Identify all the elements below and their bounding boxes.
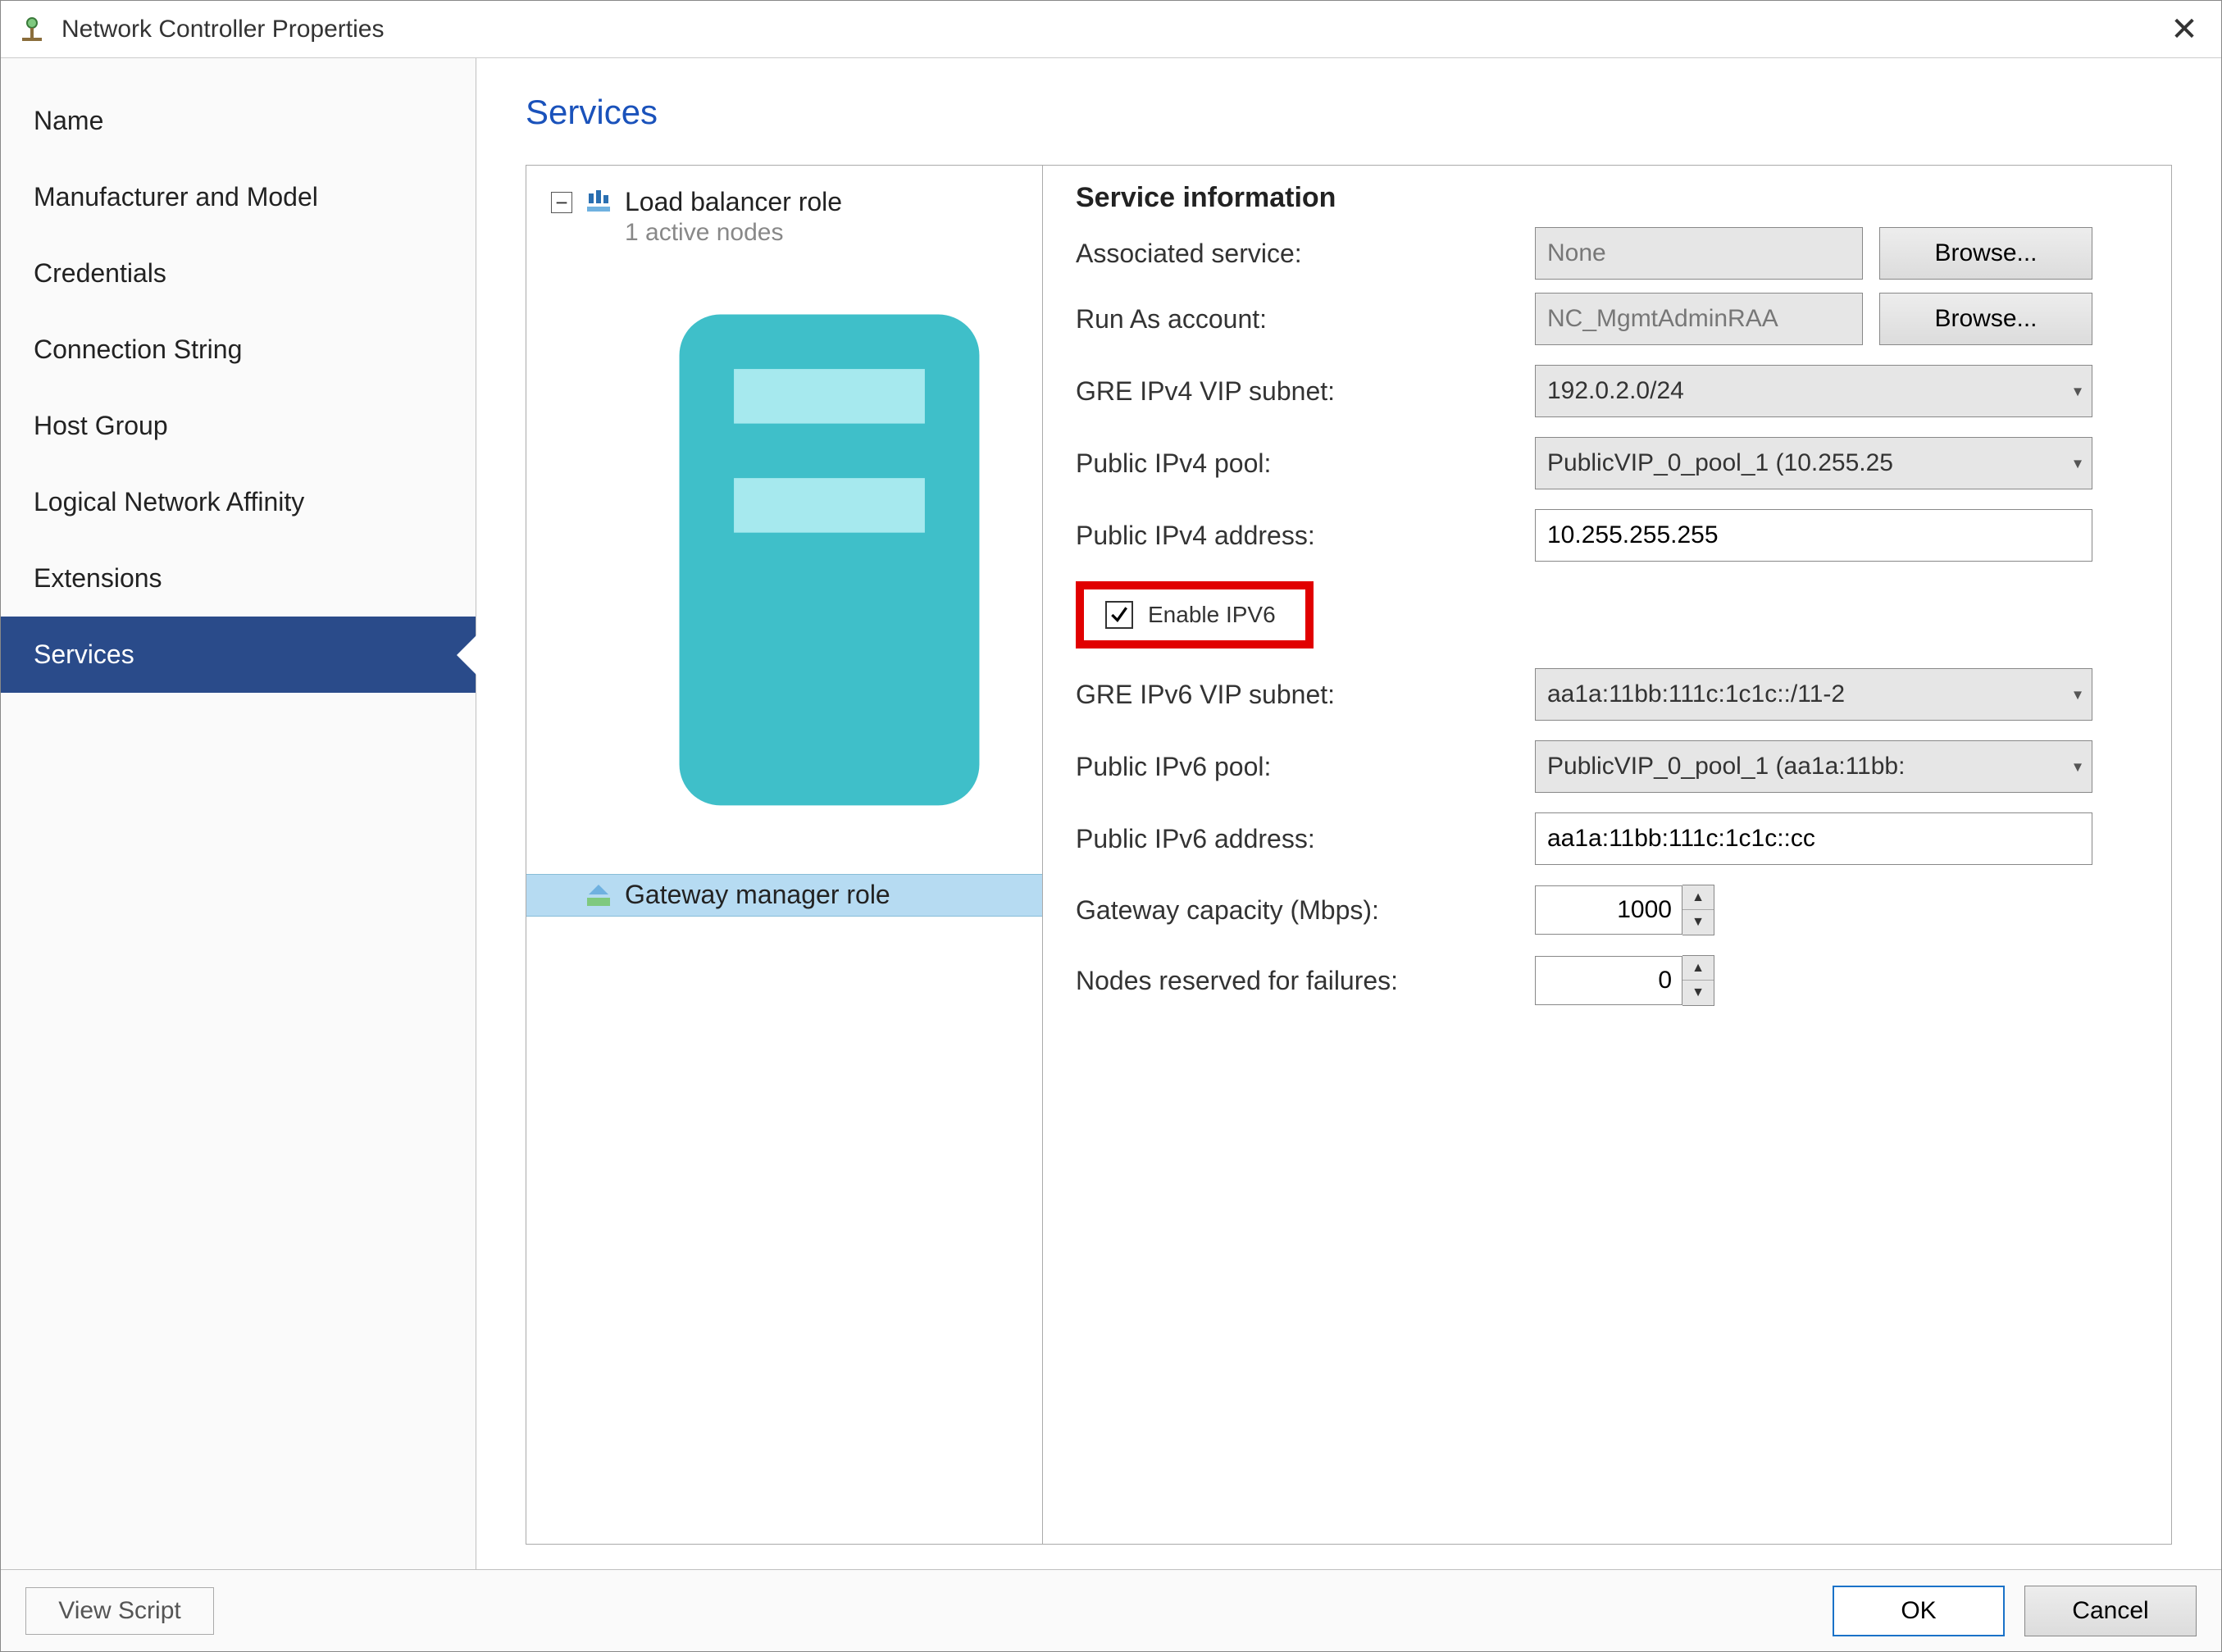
sidebar-item-host-group[interactable]: Host Group <box>1 388 476 464</box>
page-title: Services <box>526 93 2172 132</box>
gateway-manager-icon <box>584 881 613 911</box>
tree-sublabel: 1 active nodes <box>625 219 842 247</box>
dialog-footer: View Script OK Cancel <box>1 1569 2221 1651</box>
nodes-reserved-spinner[interactable]: ▲ ▼ <box>1535 955 1714 1006</box>
view-script-button[interactable]: View Script <box>25 1587 214 1635</box>
window-body: Name Manufacturer and Model Credentials … <box>1 58 2221 1569</box>
sidebar-item-label: Host Group <box>34 411 168 440</box>
row-associated-service: Associated service: Browse... <box>1076 227 2138 280</box>
row-public-ipv6-pool: Public IPv6 pool: PublicVIP_0_pool_1 (aa… <box>1076 740 2138 793</box>
sidebar-item-credentials[interactable]: Credentials <box>1 235 476 312</box>
sidebar-item-label: Extensions <box>34 563 162 593</box>
row-public-ipv4-pool: Public IPv4 pool: PublicVIP_0_pool_1 (10… <box>1076 437 2138 489</box>
sidebar-item-label: Connection String <box>34 334 242 364</box>
row-run-as-account: Run As account: Browse... <box>1076 293 2138 345</box>
chevron-down-icon: ▾ <box>2074 381 2082 402</box>
role-tree: − Load balancer <box>526 166 1043 1544</box>
label-public-ipv6-addr: Public IPv6 address: <box>1076 824 1535 854</box>
gre-ipv4-subnet-combobox[interactable]: 192.0.2.0/24 ▾ <box>1535 365 2092 417</box>
tree-label: Load balancer role <box>625 187 842 217</box>
gateway-capacity-spinner[interactable]: ▲ ▼ <box>1535 885 1714 935</box>
section-heading: Service information <box>1076 182 2138 214</box>
row-gateway-capacity: Gateway capacity (Mbps): ▲ ▼ <box>1076 885 2138 935</box>
server-node-icon <box>625 840 1034 865</box>
label-gre-ipv6-subnet: GRE IPv6 VIP subnet: <box>1076 680 1535 710</box>
nav-sidebar: Name Manufacturer and Model Credentials … <box>1 58 476 1569</box>
chevron-down-icon: ▾ <box>2074 685 2082 705</box>
app-icon <box>17 15 47 44</box>
spinner-down-icon[interactable]: ▼ <box>1682 910 1714 935</box>
tree-label: Gateway manager role <box>625 880 890 910</box>
public-ipv6-address-input[interactable] <box>1535 812 2092 865</box>
sidebar-item-label: Services <box>34 639 134 669</box>
browse-run-as-account-button[interactable]: Browse... <box>1879 293 2092 345</box>
cancel-button[interactable]: Cancel <box>2024 1586 2197 1636</box>
spinner-up-icon[interactable]: ▲ <box>1682 956 1714 981</box>
spinner-up-icon[interactable]: ▲ <box>1682 885 1714 910</box>
sidebar-item-name[interactable]: Name <box>1 83 476 159</box>
label-nodes-reserved: Nodes reserved for failures: <box>1076 966 1535 996</box>
window-title: Network Controller Properties <box>61 16 384 43</box>
row-public-ipv4-addr: Public IPv4 address: <box>1076 509 2138 562</box>
sidebar-item-extensions[interactable]: Extensions <box>1 540 476 617</box>
associated-service-field <box>1535 227 1863 280</box>
label-gre-ipv4-subnet: GRE IPv4 VIP subnet: <box>1076 376 1535 407</box>
nodes-reserved-input[interactable] <box>1535 956 1682 1005</box>
enable-ipv6-checkbox[interactable] <box>1105 601 1133 629</box>
content-pane: Services − <box>476 58 2221 1569</box>
combo-value: 192.0.2.0/24 <box>1547 377 1684 405</box>
label-public-ipv4-addr: Public IPv4 address: <box>1076 521 1535 551</box>
tree-node-gateway-manager[interactable]: Gateway manager role <box>526 874 1042 917</box>
enable-ipv6-label: Enable IPV6 <box>1148 602 1276 628</box>
label-public-ipv4-pool: Public IPv4 pool: <box>1076 448 1535 479</box>
sidebar-item-logical-network-affinity[interactable]: Logical Network Affinity <box>1 464 476 540</box>
chevron-down-icon: ▾ <box>2074 453 2082 474</box>
tree-child-node[interactable] <box>526 252 1042 874</box>
sidebar-item-label: Logical Network Affinity <box>34 487 304 517</box>
enable-ipv6-highlight: Enable IPV6 <box>1076 581 1314 649</box>
properties-window: Network Controller Properties ✕ Name Man… <box>0 0 2222 1652</box>
ok-button[interactable]: OK <box>1833 1586 2005 1636</box>
sidebar-item-manufacturer-model[interactable]: Manufacturer and Model <box>1 159 476 235</box>
label-gateway-capacity: Gateway capacity (Mbps): <box>1076 895 1535 926</box>
row-gre-ipv6-subnet: GRE IPv6 VIP subnet: aa1a:11bb:111c:1c1c… <box>1076 668 2138 721</box>
row-enable-ipv6: Enable IPV6 <box>1076 581 2138 649</box>
sidebar-item-label: Credentials <box>34 258 166 288</box>
label-public-ipv6-pool: Public IPv6 pool: <box>1076 752 1535 782</box>
title-bar: Network Controller Properties ✕ <box>1 1 2221 58</box>
chevron-down-icon: ▾ <box>2074 757 2082 777</box>
row-gre-ipv4-subnet: GRE IPv4 VIP subnet: 192.0.2.0/24 ▾ <box>1076 365 2138 417</box>
sidebar-item-label: Manufacturer and Model <box>34 182 318 212</box>
public-ipv4-pool-combobox[interactable]: PublicVIP_0_pool_1 (10.255.25 ▾ <box>1535 437 2092 489</box>
spinner-down-icon[interactable]: ▼ <box>1682 981 1714 1005</box>
browse-associated-service-button[interactable]: Browse... <box>1879 227 2092 280</box>
tree-node-load-balancer[interactable]: − Load balancer <box>526 182 1042 252</box>
public-ipv6-pool-combobox[interactable]: PublicVIP_0_pool_1 (aa1a:11bb: ▾ <box>1535 740 2092 793</box>
label-associated-service: Associated service: <box>1076 239 1535 269</box>
run-as-account-field <box>1535 293 1863 345</box>
gre-ipv6-subnet-combobox[interactable]: aa1a:11bb:111c:1c1c::/11-2 ▾ <box>1535 668 2092 721</box>
gateway-capacity-input[interactable] <box>1535 885 1682 935</box>
sidebar-item-label: Name <box>34 106 103 135</box>
sidebar-item-services[interactable]: Services <box>1 617 476 693</box>
sidebar-item-connection-string[interactable]: Connection String <box>1 312 476 388</box>
row-public-ipv6-addr: Public IPv6 address: <box>1076 812 2138 865</box>
services-panel: − Load balancer <box>526 165 2172 1545</box>
combo-value: PublicVIP_0_pool_1 (aa1a:11bb: <box>1547 753 1905 780</box>
label-run-as-account: Run As account: <box>1076 304 1535 334</box>
public-ipv4-address-input[interactable] <box>1535 509 2092 562</box>
close-button[interactable]: ✕ <box>2164 9 2205 50</box>
combo-value: aa1a:11bb:111c:1c1c::/11-2 <box>1547 680 1845 708</box>
load-balancer-icon <box>584 189 613 218</box>
detail-pane: Service information Associated service: … <box>1043 166 2171 1544</box>
tree-collapse-icon[interactable]: − <box>551 192 572 213</box>
row-nodes-reserved: Nodes reserved for failures: ▲ ▼ <box>1076 955 2138 1006</box>
combo-value: PublicVIP_0_pool_1 (10.255.25 <box>1547 449 1893 477</box>
